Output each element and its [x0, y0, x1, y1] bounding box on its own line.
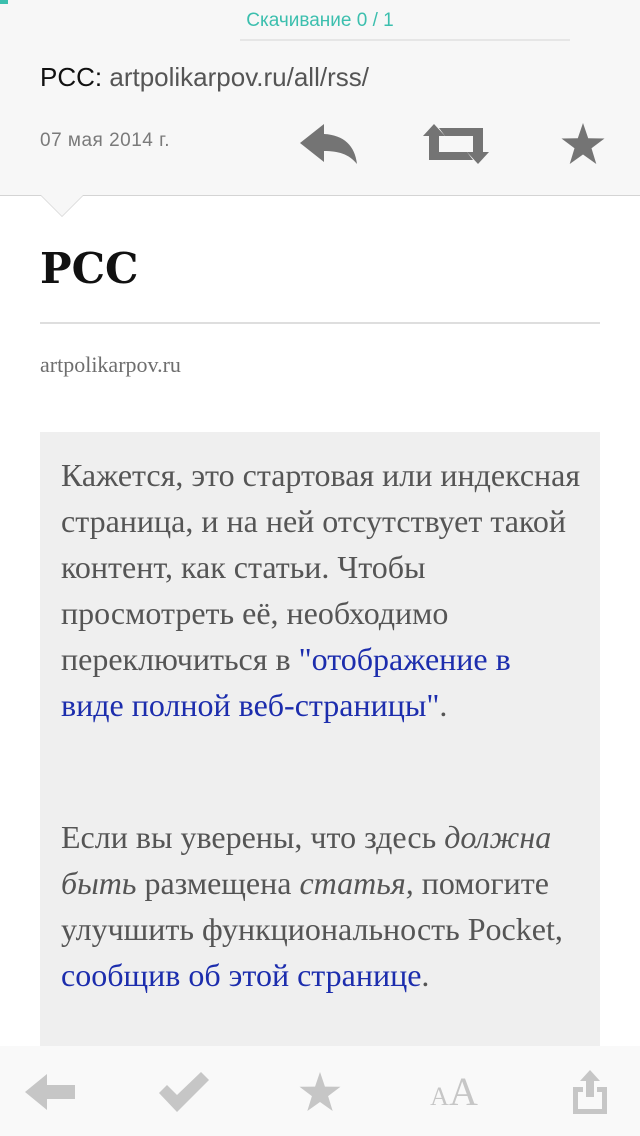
bottom-toolbar: AA: [0, 1046, 640, 1136]
feed-name: PCC:: [40, 62, 103, 92]
notice-paragraph-2: Если вы уверены, что здесь должна быть р…: [61, 814, 581, 998]
notice-text-mid: размещена: [136, 865, 300, 901]
article-date: 07 мая 2014 г.: [40, 130, 171, 151]
notice-period-2: .: [421, 957, 430, 993]
favorite-toolbar-button[interactable]: [288, 1066, 352, 1118]
share-button[interactable]: [558, 1066, 622, 1118]
archive-button[interactable]: [152, 1066, 216, 1118]
report-page-link[interactable]: сообщив об этой странице: [61, 957, 421, 993]
notice-period: .: [439, 687, 448, 723]
accent-bar: [0, 0, 8, 4]
repost-icon: [423, 124, 489, 164]
notice-text-start: Если вы уверены, что здесь: [61, 819, 445, 855]
reply-button[interactable]: [293, 118, 365, 170]
back-arrow-icon: [25, 1074, 75, 1110]
favorite-button[interactable]: [547, 118, 619, 170]
header-notch: [41, 195, 83, 216]
article-header: Скачивание 0 / 1 PCC: artpolikarpov.ru/a…: [0, 0, 640, 196]
article-source: artpolikarpov.ru: [40, 352, 181, 377]
share-icon: [573, 1070, 607, 1114]
repost-button[interactable]: [420, 118, 492, 170]
notice-emphasis-2: статья,: [299, 865, 414, 901]
checkmark-icon: [159, 1072, 209, 1112]
star-icon: [561, 123, 605, 164]
font-size-icon: AA: [430, 1072, 478, 1112]
feed-url: artpolikarpov.ru/all/rss/: [109, 62, 369, 92]
font-size-big-a: A: [448, 1069, 478, 1114]
font-size-button[interactable]: AA: [422, 1066, 486, 1118]
status-divider: [240, 39, 570, 41]
title-divider: [40, 322, 600, 324]
article-title: PCC: [40, 244, 139, 293]
download-status: Скачивание 0 / 1: [246, 10, 394, 31]
font-size-small-a: A: [430, 1082, 449, 1111]
back-button[interactable]: [18, 1066, 82, 1118]
feed-source-line: PCC: artpolikarpov.ru/all/rss/: [40, 62, 369, 93]
star-icon: [299, 1072, 341, 1112]
notice-paragraph-1: Кажется, это стартовая или индексная стр…: [61, 452, 581, 728]
reply-icon: [300, 124, 357, 164]
notice-box: Кажется, это стартовая или индексная стр…: [40, 432, 600, 1046]
